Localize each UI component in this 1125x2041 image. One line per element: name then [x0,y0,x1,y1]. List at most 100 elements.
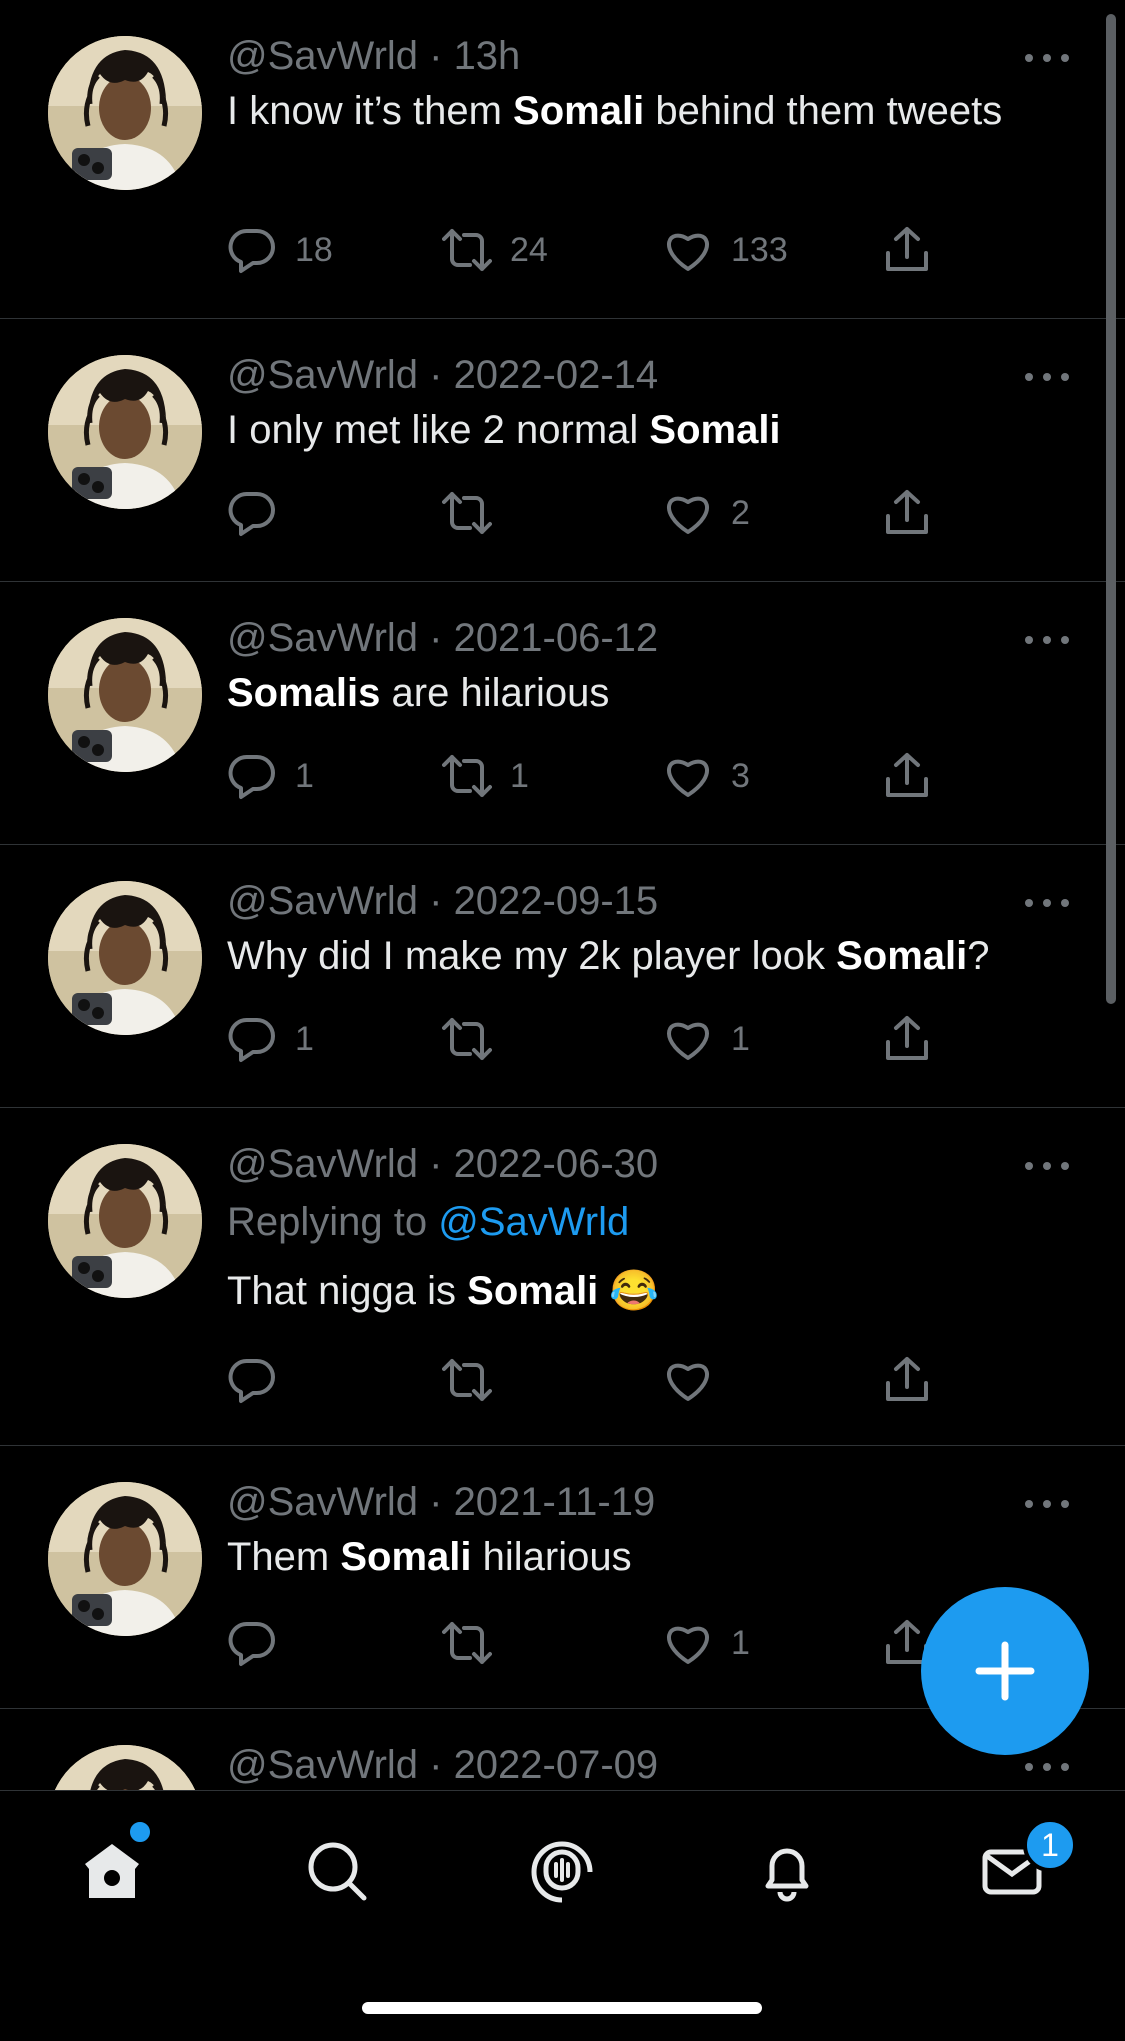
reply-button[interactable] [227,485,295,541]
share-button[interactable] [882,748,932,804]
tweet-actions: 18 24 133 [227,222,947,278]
tweet-text-segment: are hilarious [380,671,610,715]
like-button[interactable]: 133 [663,222,788,278]
tweet-actions: 1 1 [227,1011,947,1067]
user-handle[interactable]: @SavWrld [227,353,418,397]
tweet-header: @SavWrld · 2021-11-19 [227,1476,1085,1528]
tweet-timestamp[interactable]: 2021-06-12 [454,616,659,660]
retweet-icon [442,751,492,801]
tweet-timestamp[interactable]: 2022-02-14 [454,353,659,397]
like-count: 133 [731,230,788,269]
share-button[interactable] [882,485,932,541]
tweet[interactable]: @SavWrld · 2022-06-30 Replying to @SavWr… [0,1107,1125,1445]
share-icon [882,1014,932,1064]
reply-button[interactable]: 1 [227,1011,314,1067]
like-count: 1 [731,1623,750,1662]
like-button[interactable] [663,1352,731,1408]
tweet-timestamp[interactable]: 13h [454,34,521,78]
avatar[interactable] [48,618,202,772]
retweet-button[interactable] [442,1352,510,1408]
highlighted-keyword: Somali [340,1535,472,1579]
retweet-icon [442,225,492,275]
tweet-timestamp[interactable]: 2022-07-09 [454,1743,659,1787]
user-handle[interactable]: @SavWrld [227,1480,418,1524]
like-button[interactable]: 1 [663,1615,750,1671]
tweet-text-segment: That nigga is [227,1269,468,1313]
reply-button[interactable]: 1 [227,748,314,804]
scrollbar[interactable] [1106,14,1116,1004]
retweet-count: 1 [510,756,529,795]
user-handle[interactable]: @SavWrld [227,879,418,923]
compose-button[interactable] [921,1587,1089,1755]
heart-icon [663,488,713,538]
avatar[interactable] [48,1482,202,1636]
avatar-photo [48,1745,202,1790]
retweet-button[interactable] [442,1011,510,1067]
reply-icon [227,1014,277,1064]
like-count: 2 [731,493,750,532]
home-unread-dot [127,1819,153,1845]
replying-to: Replying to @SavWrld [227,1196,1085,1248]
tweet-text: I only met like 2 normal Somali [227,401,1085,459]
user-handle[interactable]: @SavWrld [227,616,418,660]
avatar[interactable] [48,355,202,509]
tweet-header: @SavWrld · 2022-02-14 [227,349,1085,401]
tweet-timestamp[interactable]: 2022-06-30 [454,1142,659,1186]
user-handle[interactable]: @SavWrld [227,1142,418,1186]
tab-notifications[interactable] [747,1831,827,1911]
like-button[interactable]: 2 [663,485,750,541]
tweet-text-segment: ? [967,934,990,978]
tab-spaces[interactable] [522,1831,602,1911]
reply-button[interactable] [227,1352,295,1408]
tweet[interactable]: @SavWrld · 2022-09-15 Why did I make my … [0,844,1125,1107]
retweet-button[interactable] [442,1615,510,1671]
highlighted-keyword: Somali [467,1269,599,1313]
tweet-text: Them Somali hilarious [227,1528,1085,1586]
tweet-text: Why did I make my 2k player look Somali? [227,927,1085,985]
dot-separator: · [418,1480,454,1524]
reply-count: 1 [295,756,314,795]
tweet-timestamp[interactable]: 2021-11-19 [454,1480,656,1524]
tweet[interactable]: @SavWrld · 2021-06-12 Somalis are hilari… [0,581,1125,844]
tweet[interactable]: @SavWrld · 13h I know it’s them Somali b… [0,0,1125,318]
reply-icon [227,1618,277,1668]
spaces-icon [531,1841,593,1903]
share-button[interactable] [882,1011,932,1067]
home-icon [85,1844,139,1898]
share-icon [882,751,932,801]
tab-search[interactable] [297,1831,377,1911]
retweet-count: 24 [510,230,548,269]
tweet-actions: 1 [227,1615,947,1671]
like-button[interactable]: 1 [663,1011,750,1067]
reply-icon [227,225,277,275]
messages-badge: 1 [1023,1818,1077,1872]
tweet-text: Somalis are hilarious [227,664,1085,722]
user-handle[interactable]: @SavWrld [227,1743,418,1787]
like-button[interactable]: 3 [663,748,750,804]
retweet-icon [442,488,492,538]
search-icon [308,1842,367,1901]
mention-link[interactable]: @SavWrld [438,1200,629,1244]
share-button[interactable] [882,1352,932,1408]
avatar[interactable] [48,1745,202,1790]
share-icon [882,1355,932,1405]
tweet-feed[interactable]: @SavWrld · 13h I know it’s them Somali b… [0,0,1125,1790]
tweet-text-segment: I know it’s them [227,89,514,133]
dot-separator: · [418,1743,454,1787]
tweet[interactable]: @SavWrld · 2022-02-14 I only met like 2 … [0,318,1125,581]
retweet-button[interactable] [442,485,510,541]
reply-button[interactable] [227,1615,295,1671]
avatar[interactable] [48,36,202,190]
user-handle[interactable]: @SavWrld [227,34,418,78]
avatar[interactable] [48,1144,202,1298]
share-button[interactable] [882,222,932,278]
avatar-photo [48,618,202,772]
tweet-header: @SavWrld · 2022-09-15 [227,875,1085,927]
tweet-timestamp[interactable]: 2022-09-15 [454,879,659,923]
tweet-actions: 2 [227,485,947,541]
tweet-text-segment: 😂 [598,1269,660,1313]
reply-button[interactable]: 18 [227,222,333,278]
retweet-button[interactable]: 24 [442,222,548,278]
retweet-button[interactable]: 1 [442,748,529,804]
avatar[interactable] [48,881,202,1035]
